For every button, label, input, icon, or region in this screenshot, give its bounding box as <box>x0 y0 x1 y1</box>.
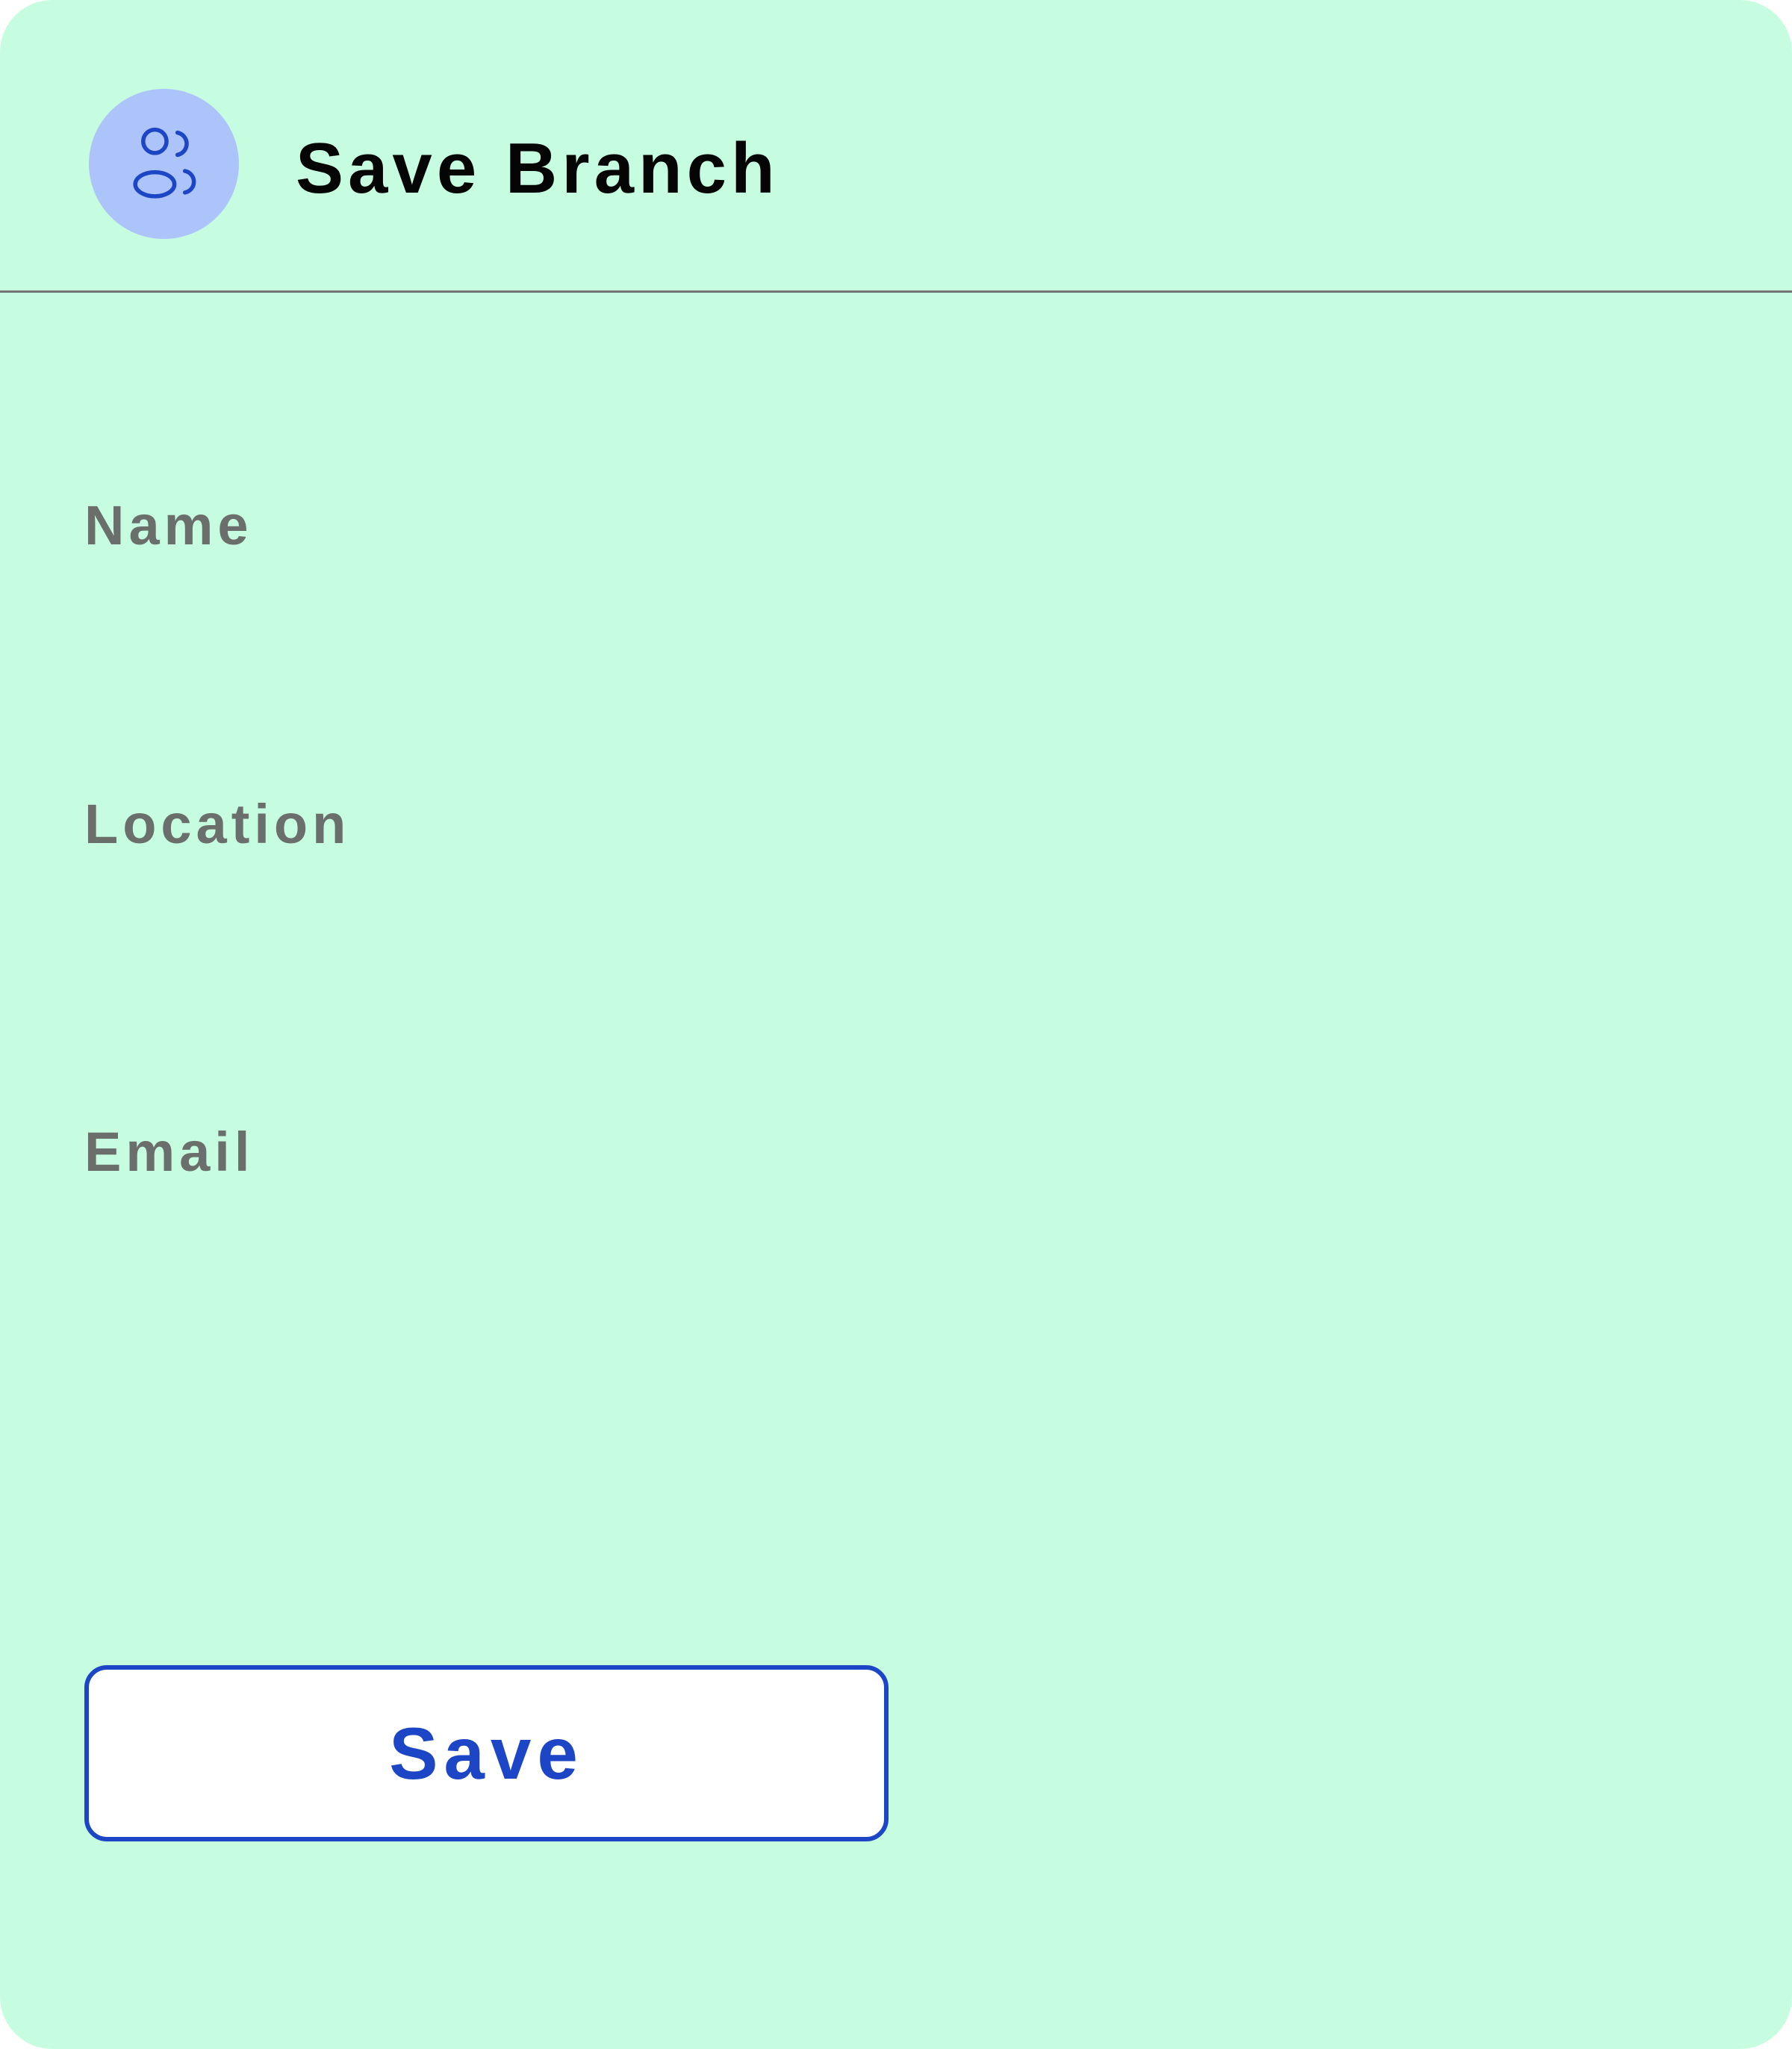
users-icon <box>133 127 196 199</box>
name-field[interactable] <box>84 575 868 680</box>
save-button[interactable]: Save <box>84 1665 889 1841</box>
location-field[interactable] <box>84 874 868 978</box>
email-field[interactable] <box>84 1202 868 1307</box>
dialog-header: Save Branch <box>0 0 1792 293</box>
dialog-title: Save Branch <box>296 128 780 208</box>
email-label: Email <box>84 1121 255 1183</box>
name-label: Name <box>84 494 253 556</box>
avatar <box>89 89 239 239</box>
save-button-label: Save <box>389 1712 584 1794</box>
location-label: Location <box>84 793 351 855</box>
save-branch-dialog: Save Branch Name Location Email Save <box>0 0 1792 2049</box>
